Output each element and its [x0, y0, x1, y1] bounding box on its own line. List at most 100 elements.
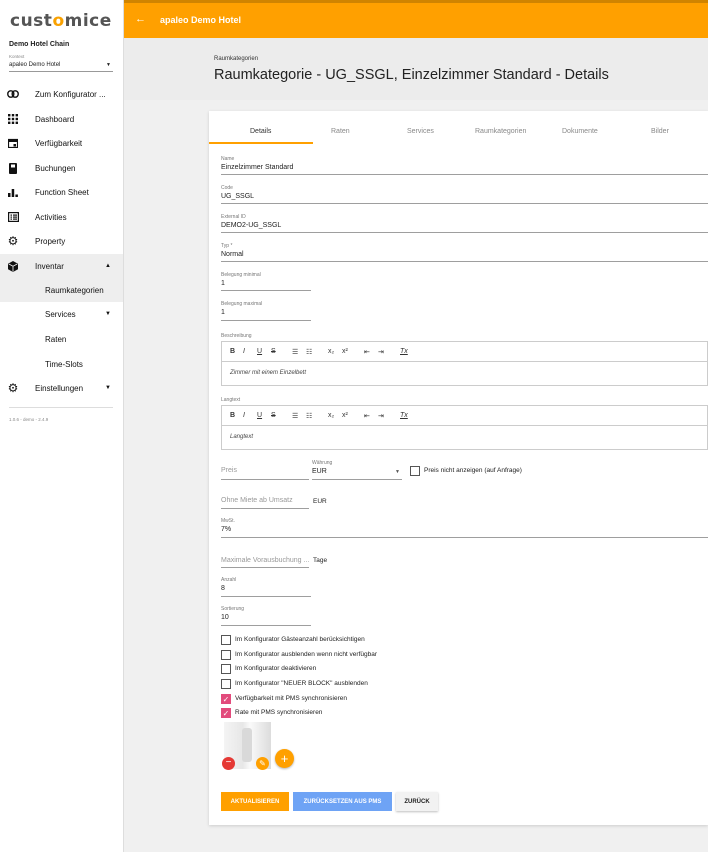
ohne-miete-unit: EUR	[313, 498, 327, 505]
remove-image-icon[interactable]: −	[222, 757, 235, 770]
context-title: Demo Hotel Chain	[9, 41, 70, 48]
sidebar-item-raumkategorien[interactable]: Raumkategorien	[0, 278, 123, 302]
page-header: Raumkategorien Raumkategorie - UG_SSGL, …	[124, 38, 708, 100]
typ-label: Typ *	[221, 243, 233, 249]
sidebar-item-inventar[interactable]: Inventar ▲	[0, 254, 123, 278]
beschreibung-editor[interactable]: B I U S ☰ ☷ x₂ x² ⇤ ⇥ Tx Zimmer mit eine…	[221, 341, 708, 386]
ordered-list-icon[interactable]: ☰	[292, 348, 298, 356]
sidebar-item-function-sheet[interactable]: Function Sheet	[0, 180, 123, 204]
subscript-button[interactable]: x₂	[328, 348, 334, 355]
belegung-min-field[interactable]: 1	[221, 280, 225, 287]
sidebar-item-verfuegbarkeit[interactable]: Verfügbarkeit	[0, 131, 123, 155]
indent-right-icon[interactable]: ⇥	[378, 412, 384, 420]
checkbox-label: Verfügbarkeit mit PMS synchronisieren	[235, 695, 347, 702]
checkbox-neuer-block[interactable]	[221, 679, 231, 689]
bold-button[interactable]: B	[230, 348, 235, 355]
superscript-button[interactable]: x²	[342, 412, 348, 419]
sidebar-item-buchungen[interactable]: Buchungen	[0, 156, 123, 180]
gear-icon: ⚙	[7, 381, 19, 395]
clear-format-icon[interactable]: Tx	[400, 348, 408, 355]
checkbox-deaktivieren[interactable]	[221, 664, 231, 674]
external-id-label: External ID	[221, 214, 246, 220]
ohne-miete-input[interactable]: Ohne Miete ab Umsatz	[221, 497, 293, 504]
anzahl-field[interactable]: 8	[221, 585, 225, 592]
subscript-button[interactable]: x₂	[328, 412, 334, 419]
ohne-miete-underline	[221, 508, 309, 509]
tab-raumkategorien[interactable]: Raumkategorien	[475, 128, 526, 135]
code-label: Code	[221, 185, 233, 191]
zuruecksetzen-pms-button[interactable]: ZURÜCKSETZEN AUS PMS	[293, 792, 392, 811]
sortierung-field[interactable]: 10	[221, 614, 229, 621]
add-image-icon[interactable]: +	[275, 749, 294, 768]
bold-button[interactable]: B	[230, 412, 235, 419]
anzahl-underline	[221, 596, 311, 597]
langtext-text[interactable]: Langtext	[230, 434, 253, 440]
belegung-max-field[interactable]: 1	[221, 309, 225, 316]
typ-underline	[221, 261, 708, 262]
tab-services[interactable]: Services	[407, 128, 434, 135]
typ-select[interactable]: Normal	[221, 251, 244, 258]
sidebar-item-dashboard[interactable]: Dashboard	[0, 107, 123, 131]
checkbox-rate-sync[interactable]: ✓	[221, 708, 231, 718]
mwst-label: MwSt.	[221, 518, 235, 524]
superscript-button[interactable]: x²	[342, 348, 348, 355]
strike-button[interactable]: S	[271, 412, 276, 419]
sidebar-item-time-slots[interactable]: Time-Slots	[0, 352, 123, 376]
strike-button[interactable]: S	[271, 348, 276, 355]
checkbox-gaesteanzahl[interactable]	[221, 635, 231, 645]
underline-button[interactable]: U	[257, 348, 262, 355]
external-id-field[interactable]: DEMO2-UG_SSGL	[221, 222, 281, 229]
bullet-list-icon[interactable]: ☷	[306, 348, 312, 356]
indent-left-icon[interactable]: ⇤	[364, 412, 370, 420]
preis-input[interactable]: Preis	[221, 467, 237, 474]
name-underline	[221, 174, 708, 175]
belegung-max-underline	[221, 320, 311, 321]
code-field[interactable]: UG_SSGL	[221, 193, 254, 200]
chevron-up-icon: ▲	[105, 263, 111, 269]
indent-left-icon[interactable]: ⇤	[364, 348, 370, 356]
indent-right-icon[interactable]: ⇥	[378, 348, 384, 356]
max-voraus-input[interactable]: Maximale Vorausbuchung ...	[221, 557, 309, 564]
chevron-down-icon: ▼	[105, 311, 111, 317]
link-icon	[6, 87, 20, 101]
sortierung-underline	[221, 625, 311, 626]
beschreibung-text[interactable]: Zimmer mit einem Einzelbett	[230, 370, 306, 376]
name-field[interactable]: Einzelzimmer Standard	[221, 164, 293, 171]
tab-dokumente[interactable]: Dokumente	[562, 128, 598, 135]
name-label: Name	[221, 156, 235, 162]
tab-bilder[interactable]: Bilder	[651, 128, 669, 135]
sidebar-item-property[interactable]: ⚙ Property	[0, 229, 123, 253]
back-arrow-icon[interactable]: ←	[135, 13, 146, 25]
italic-button[interactable]: I	[243, 348, 245, 355]
edit-image-icon[interactable]: ✎	[256, 757, 269, 770]
sidebar-item-services[interactable]: Services ▼	[0, 302, 123, 326]
preis-nicht-checkbox[interactable]	[410, 466, 420, 476]
sidebar-item-raten[interactable]: Raten	[0, 327, 123, 351]
aktualisieren-button[interactable]: AKTUALISIEREN	[221, 792, 289, 811]
active-tab-indicator	[209, 142, 313, 144]
langtext-editor[interactable]: B I U S ☰ ☷ x₂ x² ⇤ ⇥ Tx Langtext	[221, 405, 708, 450]
bar-chart-icon	[6, 185, 20, 199]
checkbox-ausblenden[interactable]	[221, 650, 231, 660]
underline-button[interactable]: U	[257, 412, 262, 419]
tab-raten[interactable]: Raten	[331, 128, 350, 135]
checkbox-label: Im Konfigurator "NEUER BLOCK" ausblenden	[235, 680, 368, 687]
zurueck-button[interactable]: ZURÜCK	[396, 792, 438, 811]
bullet-list-icon[interactable]: ☷	[306, 412, 312, 420]
italic-button[interactable]: I	[243, 412, 245, 419]
ordered-list-icon[interactable]: ☰	[292, 412, 298, 420]
langtext-label: Langtext	[221, 397, 241, 403]
chevron-down-icon: ▼	[105, 385, 111, 391]
list-alt-icon	[6, 210, 20, 224]
clear-format-icon[interactable]: Tx	[400, 412, 408, 419]
sidebar-item-konfigurator[interactable]: Zum Konfigurator ...	[0, 82, 123, 106]
context-select[interactable]: apaleo Demo Hotel ▼	[9, 60, 113, 72]
mwst-select[interactable]: 7%	[221, 526, 231, 533]
context-label: Kontext	[9, 54, 25, 59]
book-icon	[6, 161, 20, 175]
tab-details[interactable]: Details	[250, 128, 271, 135]
waehrung-select[interactable]: EUR	[312, 468, 327, 475]
sidebar-item-einstellungen[interactable]: ⚙ Einstellungen ▼	[0, 376, 123, 400]
checkbox-verfuegbarkeit-sync[interactable]: ✓	[221, 694, 231, 704]
sidebar-item-activities[interactable]: Activities	[0, 205, 123, 229]
